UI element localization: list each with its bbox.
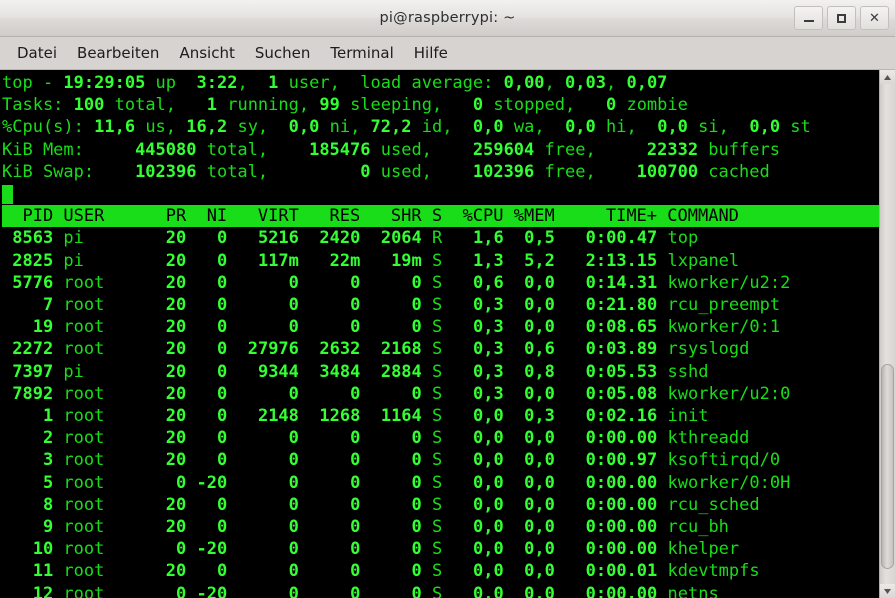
menubar: Datei Bearbeiten Ansicht Suchen Terminal… xyxy=(0,37,895,70)
close-icon: ✕ xyxy=(869,10,880,26)
scrollbar-thumb[interactable] xyxy=(881,364,894,569)
close-button[interactable]: ✕ xyxy=(860,6,889,30)
terminal-cursor xyxy=(2,185,13,205)
scroll-up-icon xyxy=(884,74,891,80)
window-controls: ✕ xyxy=(794,0,889,36)
minimize-button[interactable] xyxy=(794,6,823,30)
menu-item-datei[interactable]: Datei xyxy=(8,41,66,65)
scroll-down-icon xyxy=(884,588,891,594)
minimize-icon xyxy=(803,20,814,22)
menu-item-ansicht[interactable]: Ansicht xyxy=(170,41,243,65)
terminal-screen: top - 19:29:05 up 3:22, 1 user, load ave… xyxy=(2,72,879,598)
terminal-window: pi@raspberrypi: ~ ✕ Datei Bearbeiten Ans… xyxy=(0,0,895,598)
maximize-icon xyxy=(837,13,846,23)
maximize-button[interactable] xyxy=(827,6,856,30)
menu-item-terminal[interactable]: Terminal xyxy=(321,41,402,65)
scrollbar[interactable] xyxy=(879,70,895,598)
scroll-down-button[interactable] xyxy=(880,584,895,598)
menu-item-suchen[interactable]: Suchen xyxy=(246,41,320,65)
menu-item-bearbeiten[interactable]: Bearbeiten xyxy=(68,41,168,65)
terminal-output[interactable]: top - 19:29:05 up 3:22, 1 user, load ave… xyxy=(0,70,879,598)
menu-item-hilfe[interactable]: Hilfe xyxy=(405,41,457,65)
scroll-up-button[interactable] xyxy=(880,70,895,84)
window-title: pi@raspberrypi: ~ xyxy=(379,10,516,26)
scrollbar-track[interactable] xyxy=(880,84,895,584)
titlebar[interactable]: pi@raspberrypi: ~ ✕ xyxy=(0,0,895,37)
terminal-area: top - 19:29:05 up 3:22, 1 user, load ave… xyxy=(0,70,895,598)
